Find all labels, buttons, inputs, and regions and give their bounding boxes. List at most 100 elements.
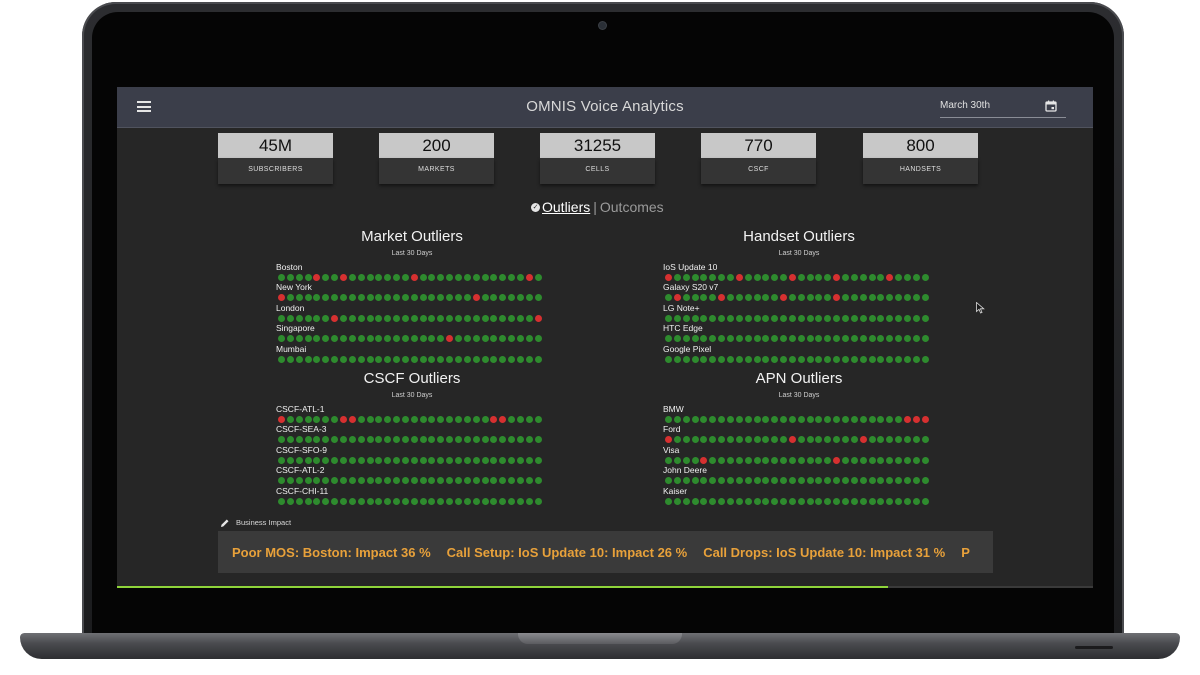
normal-dot[interactable] — [481, 294, 489, 302]
normal-dot[interactable] — [912, 355, 920, 363]
normal-dot[interactable] — [375, 477, 383, 485]
normal-dot[interactable] — [877, 477, 885, 485]
normal-dot[interactable] — [877, 416, 885, 423]
normal-dot[interactable] — [295, 355, 303, 363]
normal-dot[interactable] — [384, 436, 392, 444]
normal-dot[interactable] — [700, 294, 708, 302]
normal-dot[interactable] — [806, 294, 814, 302]
normal-dot[interactable] — [472, 477, 480, 485]
normal-dot[interactable] — [903, 314, 911, 322]
normal-dot[interactable] — [718, 416, 726, 423]
normal-dot[interactable] — [921, 294, 929, 302]
normal-dot[interactable] — [331, 456, 339, 464]
normal-dot[interactable] — [806, 436, 814, 444]
normal-dot[interactable] — [709, 314, 717, 322]
normal-dot[interactable] — [903, 497, 911, 505]
normal-dot[interactable] — [921, 274, 929, 281]
normal-dot[interactable] — [735, 355, 743, 363]
normal-dot[interactable] — [339, 497, 347, 505]
normal-dot[interactable] — [682, 416, 690, 423]
normal-dot[interactable] — [665, 335, 672, 343]
normal-dot[interactable] — [912, 497, 920, 505]
normal-dot[interactable] — [700, 335, 708, 343]
normal-dot[interactable] — [463, 274, 471, 281]
normal-dot[interactable] — [401, 294, 409, 302]
outlier-dot[interactable] — [278, 416, 285, 423]
normal-dot[interactable] — [718, 335, 726, 343]
normal-dot[interactable] — [472, 416, 480, 423]
normal-dot[interactable] — [322, 294, 330, 302]
normal-dot[interactable] — [525, 314, 533, 322]
normal-dot[interactable] — [455, 355, 462, 363]
normal-dot[interactable] — [455, 314, 462, 322]
normal-dot[interactable] — [534, 335, 542, 343]
normal-dot[interactable] — [393, 335, 401, 343]
normal-dot[interactable] — [850, 314, 858, 322]
normal-dot[interactable] — [788, 416, 796, 423]
normal-dot[interactable] — [815, 355, 823, 363]
normal-dot[interactable] — [815, 314, 823, 322]
normal-dot[interactable] — [516, 497, 524, 505]
normal-dot[interactable] — [868, 436, 876, 444]
normal-dot[interactable] — [903, 274, 911, 281]
normal-dot[interactable] — [895, 456, 903, 464]
normal-dot[interactable] — [762, 294, 770, 302]
normal-dot[interactable] — [850, 355, 858, 363]
normal-dot[interactable] — [508, 477, 516, 485]
outlier-dot[interactable] — [525, 274, 533, 281]
tab-outliers[interactable]: Outliers — [542, 199, 590, 215]
normal-dot[interactable] — [859, 355, 867, 363]
normal-dot[interactable] — [499, 497, 507, 505]
normal-dot[interactable] — [322, 477, 330, 485]
normal-dot[interactable] — [472, 456, 480, 464]
normal-dot[interactable] — [304, 355, 312, 363]
normal-dot[interactable] — [534, 294, 542, 302]
normal-dot[interactable] — [410, 416, 418, 423]
normal-dot[interactable] — [700, 416, 708, 423]
normal-dot[interactable] — [313, 456, 321, 464]
normal-dot[interactable] — [824, 497, 832, 505]
normal-dot[interactable] — [895, 416, 903, 423]
normal-dot[interactable] — [859, 274, 867, 281]
outlier-dot[interactable] — [912, 416, 920, 423]
normal-dot[interactable] — [366, 355, 374, 363]
normal-dot[interactable] — [481, 456, 489, 464]
normal-dot[interactable] — [665, 456, 672, 464]
normal-dot[interactable] — [437, 477, 445, 485]
normal-dot[interactable] — [673, 416, 681, 423]
normal-dot[interactable] — [481, 477, 489, 485]
normal-dot[interactable] — [410, 294, 418, 302]
normal-dot[interactable] — [401, 436, 409, 444]
outlier-dot[interactable] — [490, 416, 498, 423]
normal-dot[interactable] — [762, 416, 770, 423]
normal-dot[interactable] — [508, 436, 516, 444]
normal-dot[interactable] — [348, 436, 356, 444]
normal-dot[interactable] — [437, 274, 445, 281]
normal-dot[interactable] — [815, 335, 823, 343]
normal-dot[interactable] — [833, 497, 841, 505]
normal-dot[interactable] — [815, 477, 823, 485]
normal-dot[interactable] — [419, 335, 427, 343]
normal-dot[interactable] — [384, 456, 392, 464]
normal-dot[interactable] — [842, 274, 849, 281]
normal-dot[interactable] — [322, 436, 330, 444]
normal-dot[interactable] — [534, 456, 542, 464]
normal-dot[interactable] — [525, 335, 533, 343]
normal-dot[interactable] — [842, 355, 849, 363]
normal-dot[interactable] — [691, 335, 699, 343]
normal-dot[interactable] — [304, 497, 312, 505]
normal-dot[interactable] — [824, 355, 832, 363]
pencil-icon[interactable] — [220, 518, 230, 528]
normal-dot[interactable] — [393, 456, 401, 464]
outlier-dot[interactable] — [886, 274, 894, 281]
normal-dot[interactable] — [762, 456, 770, 464]
normal-dot[interactable] — [463, 314, 471, 322]
normal-dot[interactable] — [833, 355, 841, 363]
normal-dot[interactable] — [895, 497, 903, 505]
normal-dot[interactable] — [868, 335, 876, 343]
normal-dot[interactable] — [508, 294, 516, 302]
normal-dot[interactable] — [357, 477, 365, 485]
normal-dot[interactable] — [788, 497, 796, 505]
normal-dot[interactable] — [691, 314, 699, 322]
normal-dot[interactable] — [726, 355, 734, 363]
